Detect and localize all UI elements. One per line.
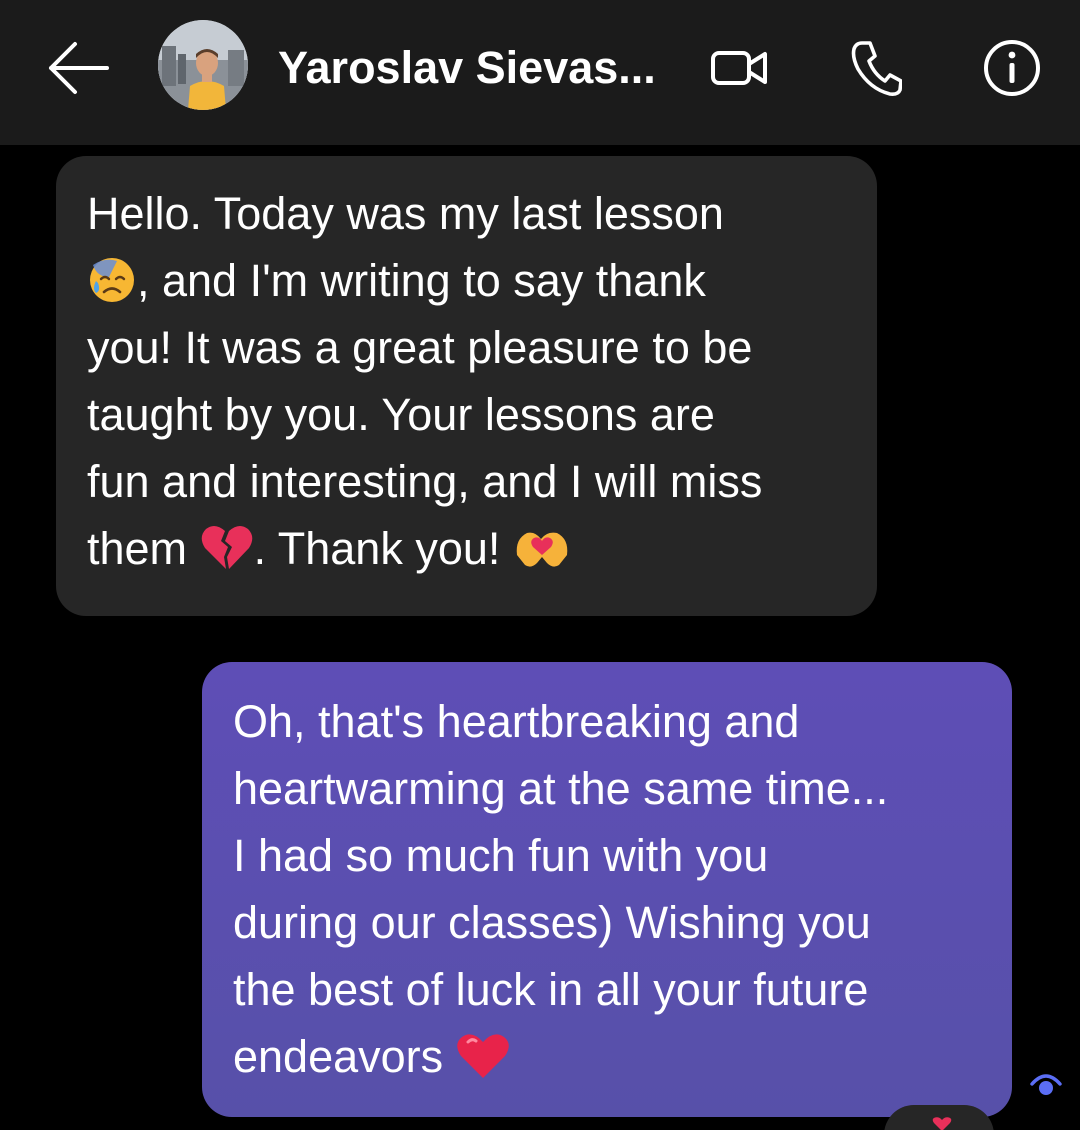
broken-heart-emoji xyxy=(201,526,252,570)
video-camera-icon xyxy=(711,51,767,85)
seen-indicator-icon xyxy=(1030,1074,1062,1095)
message-line: I had so much fun with you xyxy=(233,830,769,881)
chat-screen: Yaroslav Sievas... Hello. Today was my l… xyxy=(0,0,1080,1130)
outgoing-message-bubble[interactable]: Oh, that's heartbreaking and heartwarmin… xyxy=(202,662,1012,1117)
back-button[interactable] xyxy=(38,28,118,108)
message-line-with-emoji: endeavors xyxy=(233,1023,982,1090)
heart-icon xyxy=(932,1117,952,1130)
message-line: fun and interesting, and I will miss xyxy=(87,456,763,507)
video-call-button[interactable] xyxy=(705,38,775,98)
red-heart-emoji xyxy=(456,1034,509,1079)
incoming-message-bubble[interactable]: Hello. Today was my last lesson , and I'… xyxy=(56,156,877,616)
contact-photo xyxy=(158,20,248,110)
info-button[interactable] xyxy=(980,36,1044,100)
message-line-with-emoji: , and I'm writing to say thank xyxy=(87,247,847,314)
next-message-bubble[interactable] xyxy=(884,1105,994,1130)
message-line: taught by you. Your lessons are xyxy=(87,389,715,440)
arrow-left-icon xyxy=(49,42,109,94)
phone-icon xyxy=(851,41,902,96)
message-line-text: them xyxy=(87,523,188,574)
voice-call-button[interactable] xyxy=(845,34,907,102)
message-line: the best of luck in all your future xyxy=(233,964,869,1015)
message-line: Oh, that's heartbreaking and xyxy=(233,696,800,747)
message-line-text: , and I'm writing to say thank xyxy=(137,255,706,306)
message-line: you! It was a great pleasure to be xyxy=(87,322,753,373)
contact-name[interactable]: Yaroslav Sievas... xyxy=(278,38,678,98)
message-line: Hello. Today was my last lesson xyxy=(87,188,724,239)
sad-sweat-emoji xyxy=(90,258,134,303)
heart-hands-emoji xyxy=(516,532,568,567)
avatar[interactable] xyxy=(158,20,248,110)
message-line-text: . Thank you! xyxy=(253,523,501,574)
message-line: heartwarming at the same time... xyxy=(233,763,889,814)
message-line-with-emoji: them . Thank you! xyxy=(87,515,847,582)
chat-header: Yaroslav Sievas... xyxy=(0,0,1080,145)
info-icon xyxy=(984,40,1040,96)
message-line-text: endeavors xyxy=(233,1031,444,1082)
message-line: during our classes) Wishing you xyxy=(233,897,871,948)
